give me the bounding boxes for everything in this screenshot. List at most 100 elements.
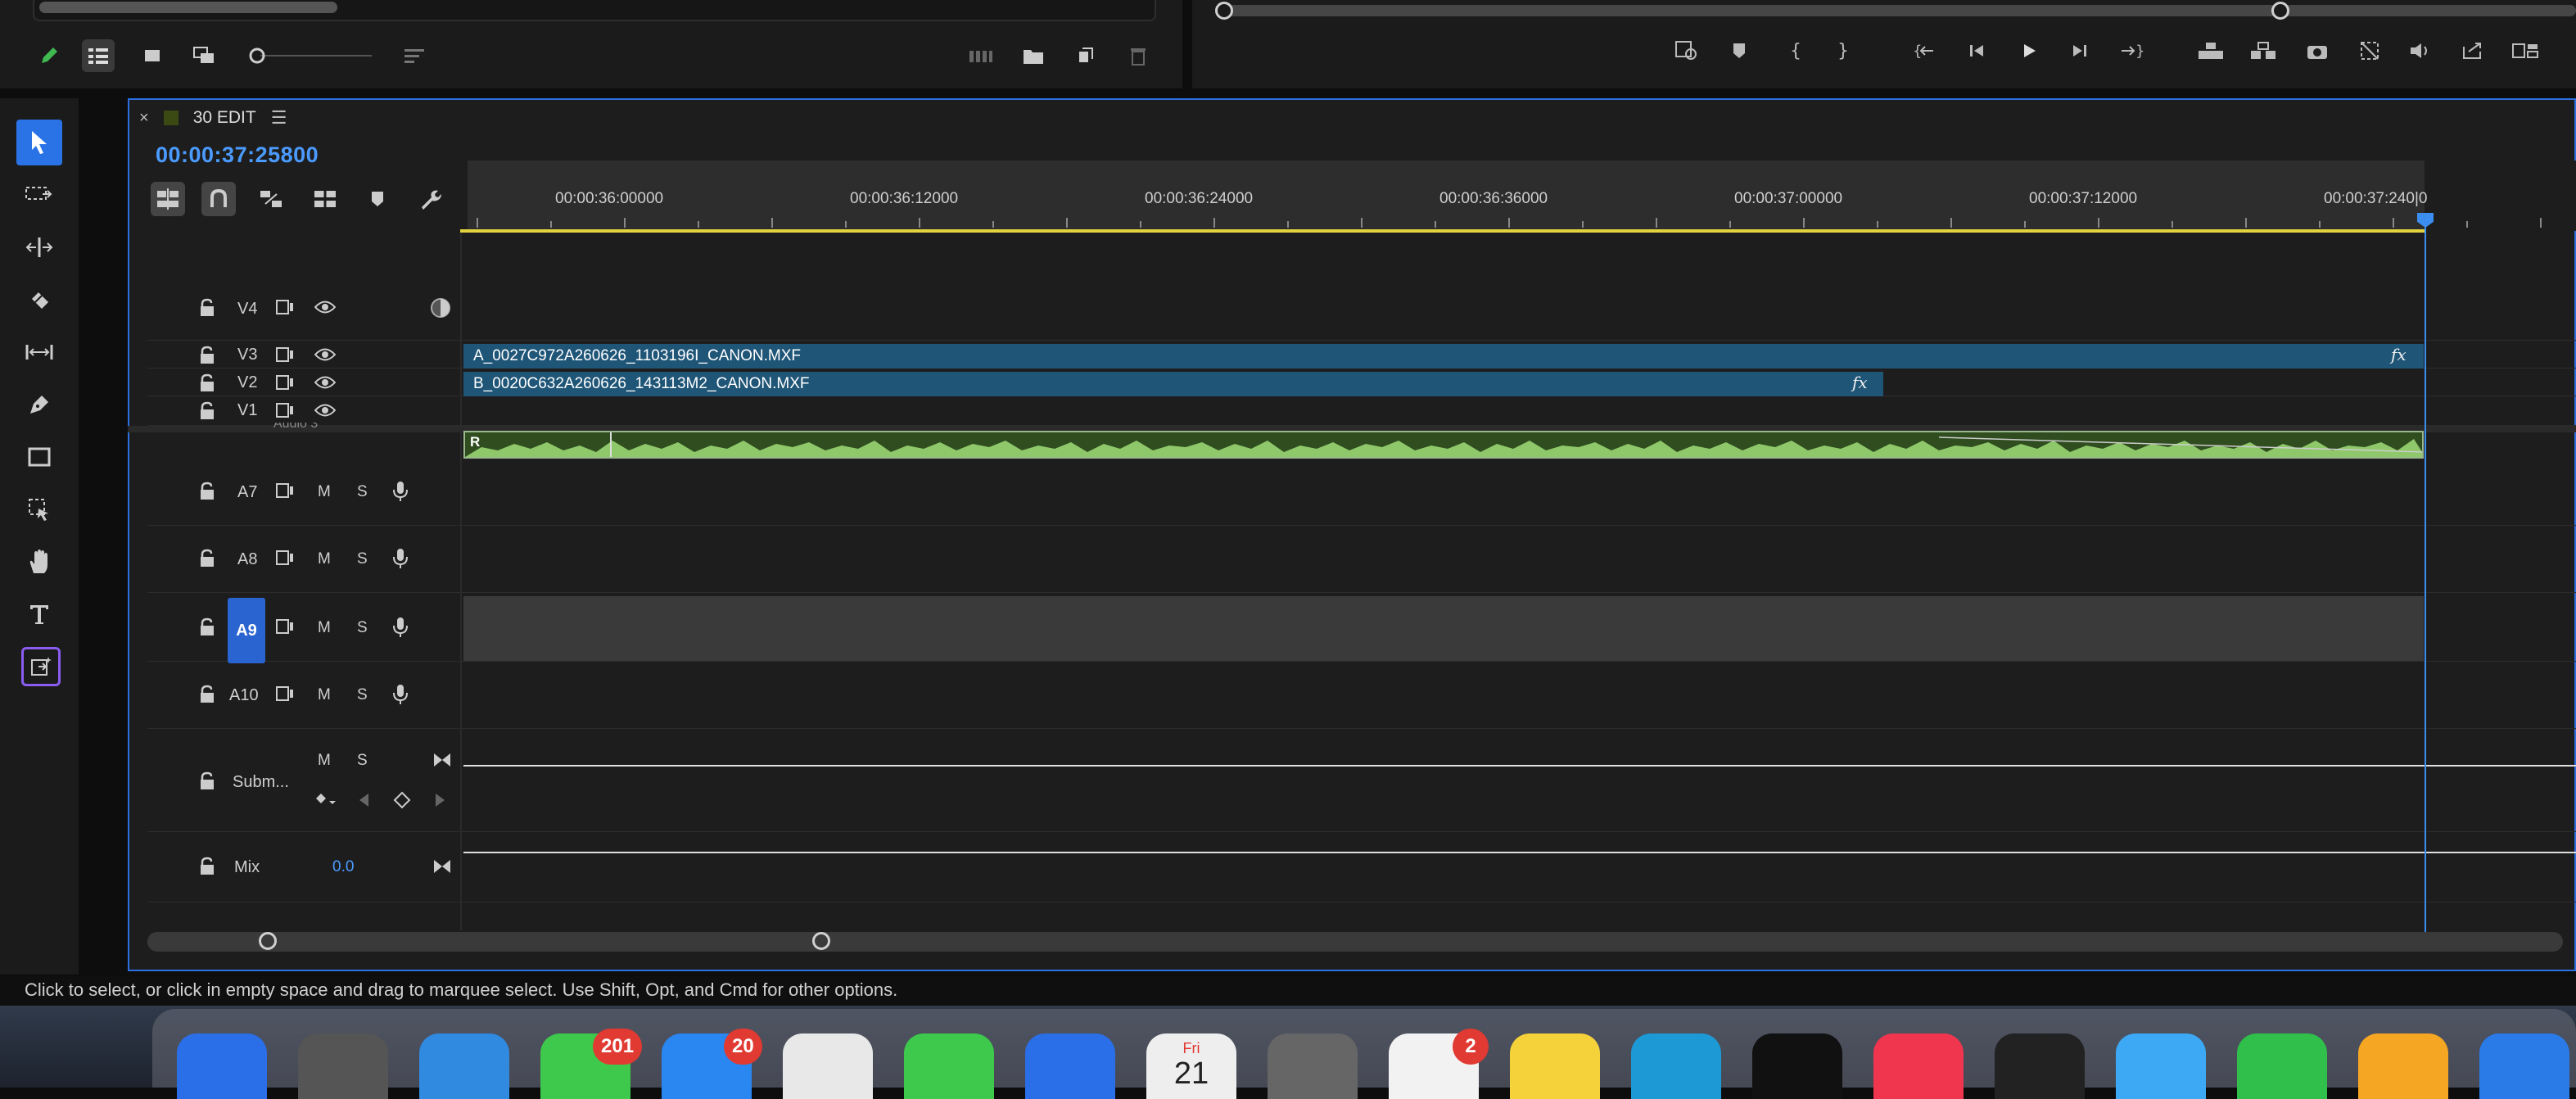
sequence-tab[interactable]: × 30 EDIT ☰ xyxy=(139,102,287,134)
submix-track[interactable]: Subm... M S xyxy=(147,730,2576,832)
contacts-icon[interactable] xyxy=(1268,1033,1358,1099)
keynote-icon[interactable] xyxy=(2116,1033,2206,1099)
previous-keyframe-icon[interactable] xyxy=(357,791,370,809)
keyframe-options-icon[interactable] xyxy=(314,791,336,809)
eye-icon[interactable] xyxy=(314,403,336,418)
mark-in-icon[interactable]: { xyxy=(1778,34,1811,67)
lock-icon[interactable] xyxy=(198,401,216,421)
program-out-handle[interactable] xyxy=(2271,2,2289,20)
selection-tool-icon[interactable] xyxy=(16,120,62,165)
solo-button[interactable]: S xyxy=(357,619,368,637)
new-bin-icon[interactable] xyxy=(1017,39,1050,72)
solo-button[interactable]: S xyxy=(357,483,368,501)
sort-icon[interactable] xyxy=(398,39,431,72)
playhead-timecode[interactable]: 00:00:37:25800 xyxy=(156,142,319,168)
eye-icon[interactable] xyxy=(314,375,336,390)
solo-button[interactable]: S xyxy=(357,752,368,770)
solo-button[interactable]: S xyxy=(357,686,368,704)
track-meter-icon[interactable] xyxy=(429,296,452,319)
safari-icon[interactable] xyxy=(419,1033,509,1099)
eye-icon[interactable] xyxy=(314,347,336,362)
proxy-toggle-icon[interactable] xyxy=(2353,34,2386,67)
mute-button[interactable]: M xyxy=(318,550,331,568)
eye-icon[interactable] xyxy=(314,300,336,314)
music-icon[interactable] xyxy=(1873,1033,1964,1099)
hand-tool-icon[interactable] xyxy=(16,539,62,585)
mute-button[interactable]: M xyxy=(318,752,331,770)
launchpad-icon[interactable] xyxy=(298,1033,388,1099)
trash-icon[interactable] xyxy=(1122,39,1155,72)
volume-icon[interactable] xyxy=(2404,34,2437,67)
audio-track-a10[interactable]: A10 M S xyxy=(147,663,2576,729)
solo-button[interactable]: S xyxy=(357,550,368,568)
mix-volume-line[interactable] xyxy=(463,852,2576,853)
lock-icon[interactable] xyxy=(198,685,216,704)
razor-tool-icon[interactable] xyxy=(16,277,62,323)
close-icon[interactable]: × xyxy=(139,109,149,128)
go-to-out-icon[interactable]: } xyxy=(2116,34,2149,67)
mute-button[interactable]: M xyxy=(318,483,331,501)
add-edit-icon[interactable] xyxy=(308,182,342,216)
audio-track-a7[interactable]: A7 M S xyxy=(147,460,2576,526)
camera-icon[interactable] xyxy=(2301,34,2334,67)
icon-view-icon[interactable] xyxy=(136,39,169,72)
list-view-icon[interactable] xyxy=(82,39,115,72)
bowtie-icon[interactable] xyxy=(432,858,452,875)
pencil-icon[interactable] xyxy=(33,39,66,72)
lock-icon[interactable] xyxy=(198,373,216,393)
notes-icon[interactable] xyxy=(1510,1033,1600,1099)
mute-button[interactable]: M xyxy=(318,619,331,637)
track-select-tool-icon[interactable] xyxy=(16,172,62,218)
lock-icon[interactable] xyxy=(198,482,216,501)
microphone-icon[interactable] xyxy=(391,547,409,570)
program-in-handle[interactable] xyxy=(1215,2,1233,20)
microphone-icon[interactable] xyxy=(391,683,409,706)
submix-volume-line[interactable] xyxy=(463,765,2576,767)
lock-icon[interactable] xyxy=(198,771,216,791)
linked-selection-icon[interactable] xyxy=(254,182,288,216)
sync-lock-icon[interactable] xyxy=(275,617,295,635)
panel-menu-icon[interactable]: ☰ xyxy=(271,107,287,129)
fx-badge[interactable]: fx xyxy=(2391,345,2407,364)
snap-icon[interactable] xyxy=(201,182,236,216)
mute-button[interactable]: M xyxy=(318,686,331,704)
xcode-icon[interactable] xyxy=(2479,1033,2569,1099)
news-icon[interactable] xyxy=(1995,1033,2085,1099)
freeform-view-icon[interactable] xyxy=(188,39,221,72)
step-forward-icon[interactable] xyxy=(2063,34,2096,67)
program-scrollbar[interactable] xyxy=(1223,5,2576,16)
microphone-icon[interactable] xyxy=(391,616,409,639)
add-keyframe-icon[interactable] xyxy=(393,791,411,809)
timeline-marker-icon[interactable] xyxy=(360,182,395,216)
pages-icon[interactable] xyxy=(2358,1033,2448,1099)
timeline-zoom-scrollbar[interactable] xyxy=(147,932,2563,952)
play-icon[interactable] xyxy=(2013,34,2045,67)
playhead-line[interactable] xyxy=(2425,216,2426,937)
object-mask-tool-icon[interactable] xyxy=(21,647,61,686)
numbers-icon[interactable] xyxy=(2237,1033,2327,1099)
sync-lock-icon[interactable] xyxy=(275,685,295,703)
step-back-icon[interactable] xyxy=(1960,34,1993,67)
go-to-in-icon[interactable]: { xyxy=(1908,34,1941,67)
fx-badge[interactable]: fx xyxy=(1852,373,1868,392)
calendar-icon[interactable]: Fri 21 xyxy=(1146,1033,1236,1099)
video-clip[interactable]: A_0027C972A260626_1103196I_CANON.MXF xyxy=(463,344,2424,369)
freeform-icon[interactable] xyxy=(1631,1033,1721,1099)
apple-tv-icon[interactable] xyxy=(1752,1033,1842,1099)
lock-icon[interactable] xyxy=(198,857,216,876)
audio-track-a9[interactable]: M S xyxy=(147,595,2576,662)
new-item-icon[interactable] xyxy=(1069,39,1102,72)
app-store-icon[interactable] xyxy=(177,1033,267,1099)
sync-lock-icon[interactable] xyxy=(275,298,295,316)
lock-icon[interactable] xyxy=(198,617,216,637)
maps-icon[interactable] xyxy=(1025,1033,1115,1099)
generative-extend-tool-icon[interactable] xyxy=(16,486,62,532)
video-track-v1[interactable]: V1 xyxy=(147,398,2576,426)
facetime-icon[interactable] xyxy=(904,1033,994,1099)
sync-lock-icon[interactable] xyxy=(275,482,295,500)
type-tool-icon[interactable] xyxy=(16,591,62,637)
rectangle-tool-icon[interactable] xyxy=(16,434,62,480)
slip-tool-icon[interactable] xyxy=(16,329,62,375)
zoom-handle-right[interactable] xyxy=(812,932,830,950)
extract-icon[interactable] xyxy=(2247,34,2280,67)
